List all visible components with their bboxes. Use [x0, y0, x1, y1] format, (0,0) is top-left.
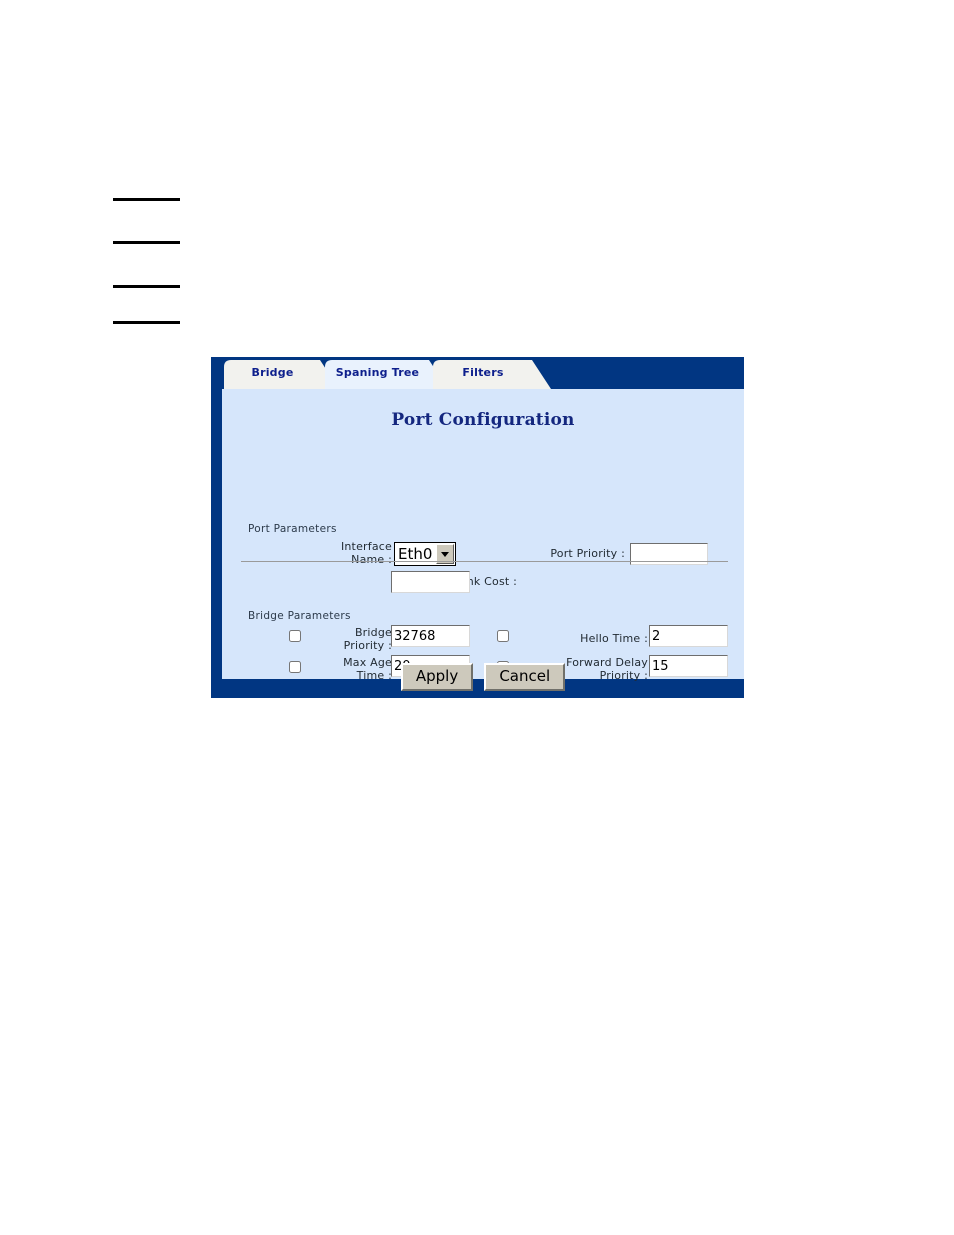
- cancel-button[interactable]: Cancel: [484, 663, 566, 691]
- button-bar: Apply Cancel: [222, 663, 744, 691]
- page-title: Port Configuration: [391, 410, 575, 430]
- decorative-rule: [113, 198, 180, 201]
- tab-bridge[interactable]: Bridge: [224, 360, 339, 389]
- bridge-priority-input[interactable]: [391, 625, 470, 647]
- decorative-rule: [113, 285, 180, 288]
- bridge-priority-checkbox[interactable]: [289, 630, 301, 642]
- tab-strip: Bridge Spaning Tree Filters: [211, 357, 744, 389]
- config-panel: Bridge Spaning Tree Filters Port Configu…: [211, 357, 744, 698]
- tab-filters-label: Filters: [462, 366, 504, 379]
- decorative-rule: [113, 241, 180, 244]
- tab-spaning-tree-label: Spaning Tree: [335, 366, 420, 379]
- tab-spaning-tree[interactable]: Spaning Tree: [325, 360, 448, 389]
- tab-bridge-label: Bridge: [251, 366, 294, 379]
- section-title-port-parameters: Port Parameters: [248, 523, 337, 535]
- link-cost-input[interactable]: [391, 571, 470, 593]
- port-priority-label: Port Priority :: [550, 547, 625, 560]
- section-title-bridge-parameters: Bridge Parameters: [248, 610, 351, 622]
- interface-name-select[interactable]: Eth0: [394, 542, 456, 566]
- bridge-priority-label: Bridge Priority :: [343, 626, 392, 652]
- hello-time-input[interactable]: [649, 625, 728, 647]
- panel-content: Port Configuration Port Parameters Inter…: [222, 389, 744, 691]
- hello-time-label: Hello Time :: [580, 632, 648, 645]
- hello-time-checkbox[interactable]: [497, 630, 509, 642]
- decorative-rule: [113, 321, 180, 324]
- section-divider: [241, 561, 728, 562]
- apply-button[interactable]: Apply: [400, 663, 474, 691]
- tab-filters[interactable]: Filters: [433, 360, 551, 389]
- interface-name-label: Interface Name :: [340, 540, 392, 566]
